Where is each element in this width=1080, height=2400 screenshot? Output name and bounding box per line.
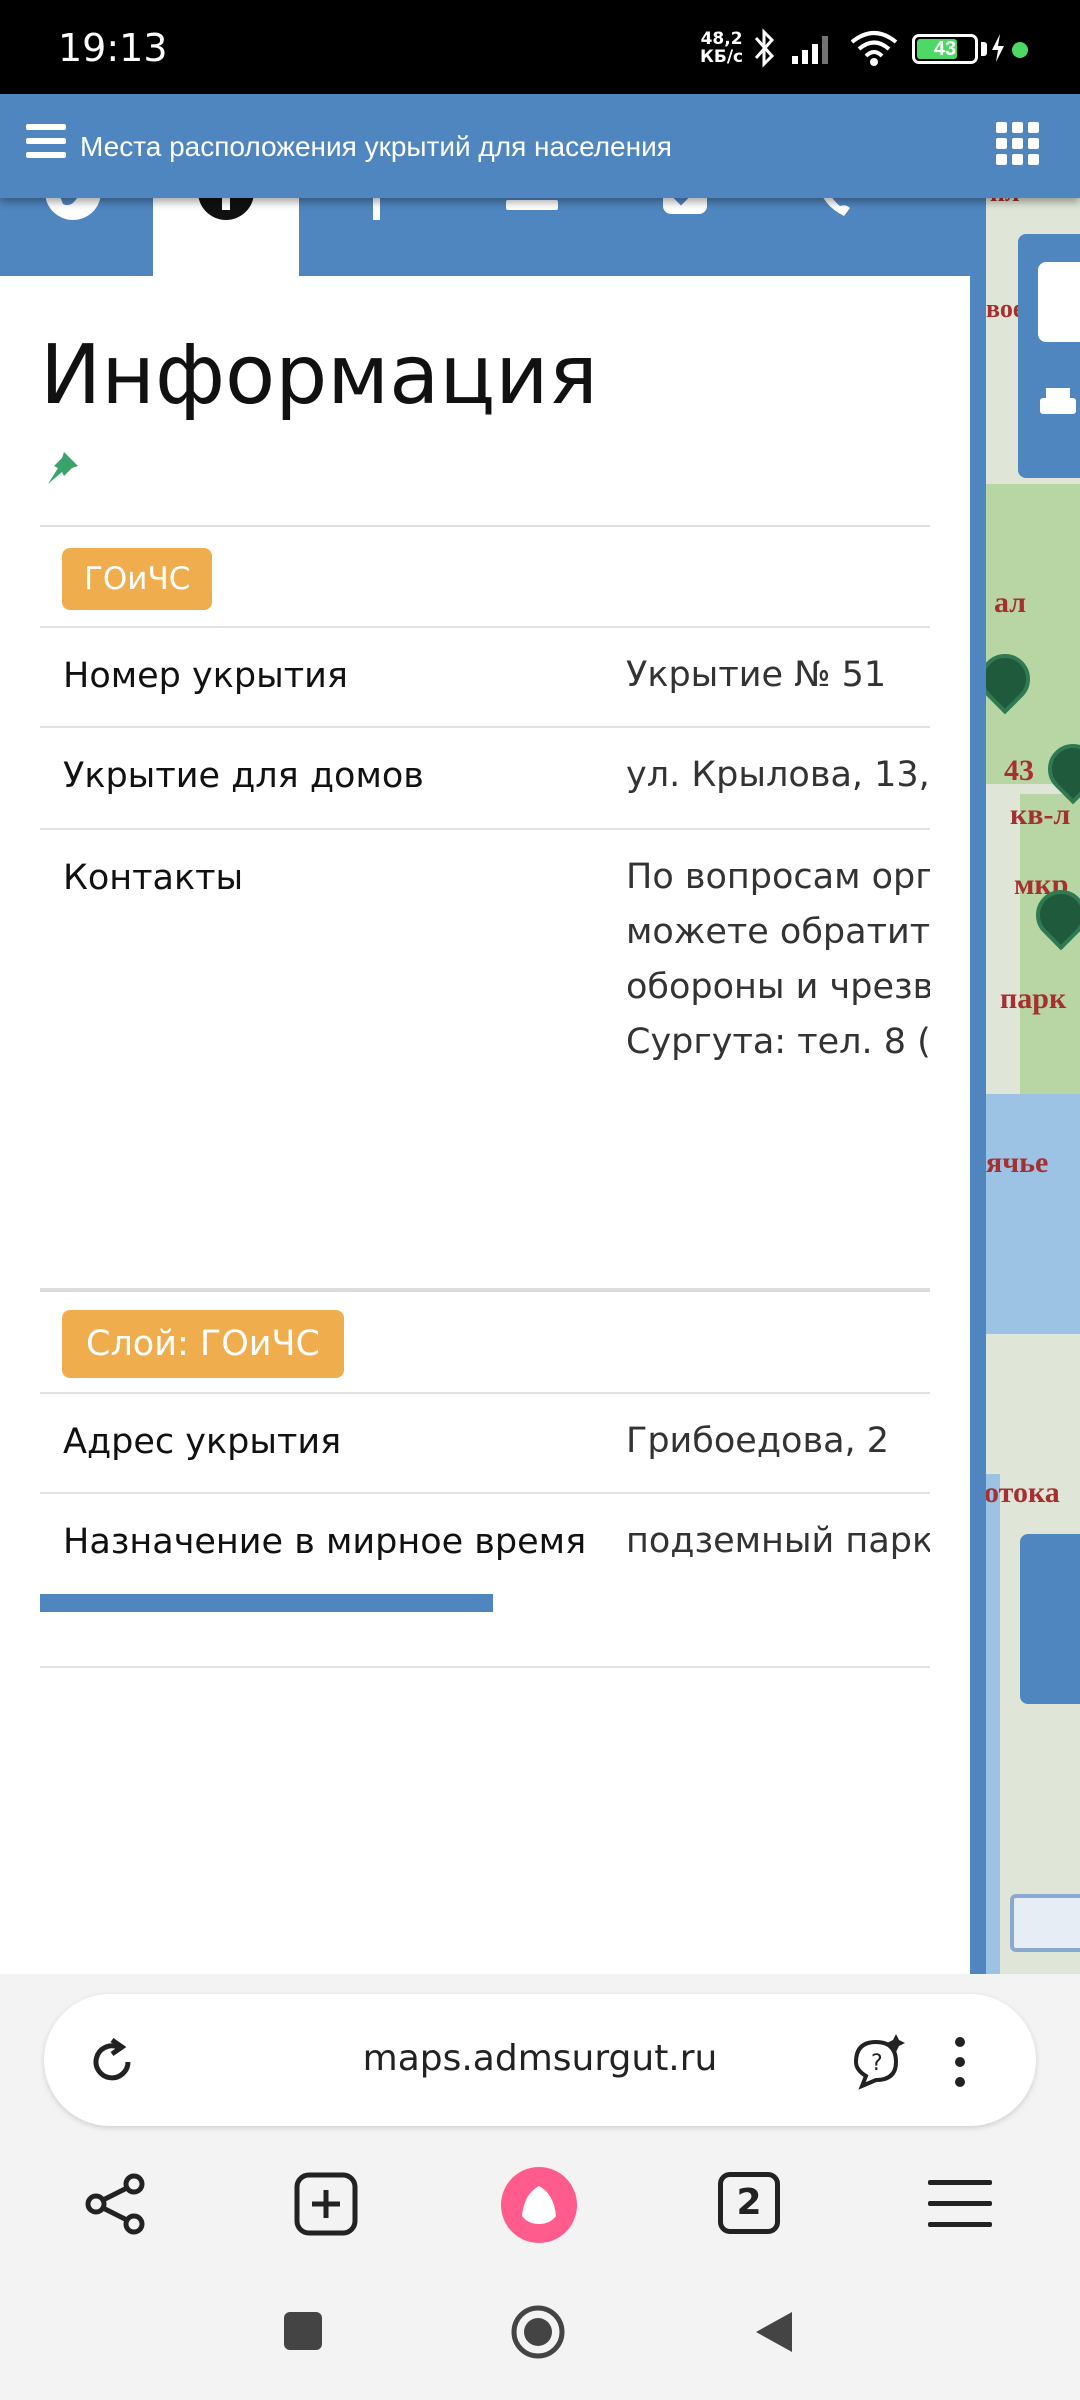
contacts-line: Сургута: тел. 8 (34 — [626, 1022, 930, 1062]
contacts-line: По вопросам орг — [626, 857, 930, 897]
network-speed-unit: КБ/с — [700, 47, 744, 67]
signal-icon — [792, 36, 828, 64]
more-options-icon[interactable] — [950, 2032, 970, 2092]
houses-value: ул. Крылова, 13, 1 — [626, 755, 930, 795]
divider — [40, 1392, 930, 1394]
print-icon[interactable] — [1036, 384, 1080, 424]
share-icon[interactable] — [82, 2170, 150, 2238]
network-speed: 48,2 КБ/с — [700, 30, 743, 66]
shelter-number-value: Укрытие № 51 — [626, 655, 887, 695]
wifi-icon — [850, 31, 898, 66]
divider — [40, 525, 930, 527]
back-icon[interactable] — [752, 2308, 796, 2356]
alice-assistant-icon[interactable] — [500, 2166, 578, 2244]
info-panel: Информация ГОиЧС Номер укрытия Укрытие №… — [0, 276, 970, 1974]
shelter-address-label: Адрес укрытия — [63, 1422, 342, 1462]
app-title: Места расположения укрытий для населения — [80, 131, 672, 162]
map-label: ячье — [986, 1146, 1049, 1179]
contacts-line: обороны и чрезв — [626, 967, 930, 1007]
panel-heading: Информация — [40, 328, 598, 423]
tab-checklist[interactable] — [612, 184, 758, 276]
map-label: ал — [994, 586, 1027, 619]
layer-badge: Слой: ГОиЧС — [62, 1310, 344, 1378]
recent-apps-icon[interactable] — [284, 2312, 322, 2350]
status-time: 19:13 — [58, 26, 168, 70]
map-label: парк — [1000, 982, 1067, 1015]
divider — [40, 626, 930, 628]
pushpin-icon[interactable] — [42, 448, 82, 488]
contacts-label: Контакты — [63, 858, 244, 898]
bluetooth-icon — [754, 28, 775, 68]
map-layer-button[interactable] — [1010, 1894, 1080, 1952]
horizontal-scrollbar[interactable] — [40, 1594, 493, 1612]
map-toolbar[interactable] — [1018, 234, 1080, 478]
shelter-address-value: Грибоедова, 2 — [626, 1421, 890, 1461]
tab-info[interactable] — [153, 184, 299, 276]
svg-text:?: ? — [871, 2051, 883, 2076]
divider — [40, 1492, 930, 1494]
contacts-value: По вопросам орг можете обратить обороны … — [626, 850, 930, 1070]
map-label: кв-л — [1010, 798, 1071, 831]
shelter-number-label: Номер укрытия — [63, 656, 348, 696]
map-label: 43 — [1004, 754, 1034, 787]
tab-phone[interactable] — [765, 184, 911, 276]
charging-icon — [992, 34, 1004, 62]
divider — [40, 726, 930, 728]
app-bar: Места расположения укрытий для населения — [0, 94, 1080, 198]
status-bar: 19:13 48,2 КБ/с 43 — [0, 0, 1080, 94]
peacetime-purpose-label: Назначение в мирное время — [63, 1522, 587, 1562]
hamburger-menu-icon[interactable] — [26, 124, 66, 160]
peacetime-purpose-value: подземный парки — [626, 1521, 930, 1561]
notification-dot — [1012, 42, 1028, 58]
tab-layers[interactable] — [459, 186, 605, 276]
panel-tabs — [0, 184, 970, 276]
divider — [40, 828, 930, 830]
battery-level: 43 — [933, 38, 957, 60]
houses-label: Укрытие для домов — [63, 756, 424, 796]
divider — [40, 1666, 930, 1668]
apps-grid-icon[interactable] — [996, 122, 1040, 166]
battery-icon: 43 — [912, 34, 978, 64]
address-bar[interactable]: maps.admsurgut.ru ? — [44, 1994, 1036, 2126]
map-zoom-controls[interactable] — [1020, 1534, 1080, 1704]
tab-globe[interactable] — [0, 184, 146, 276]
section-divider — [40, 1288, 930, 1292]
ai-chat-icon[interactable]: ? — [844, 2030, 908, 2094]
map-label: отока — [984, 1476, 1060, 1509]
panel-edge — [970, 198, 986, 1974]
tab-flag[interactable] — [306, 184, 452, 276]
system-navigation-bar — [0, 2262, 1080, 2400]
browser-menu-icon[interactable] — [926, 2178, 994, 2230]
contacts-line: можете обратить — [626, 912, 930, 952]
network-speed-value: 48,2 — [700, 29, 743, 49]
home-icon[interactable] — [510, 2304, 566, 2360]
map-search-field[interactable] — [1038, 262, 1080, 342]
layer-badge: ГОиЧС — [62, 548, 213, 610]
tabs-count-button[interactable]: 2 — [718, 2172, 780, 2234]
new-tab-icon[interactable] — [292, 2170, 360, 2238]
